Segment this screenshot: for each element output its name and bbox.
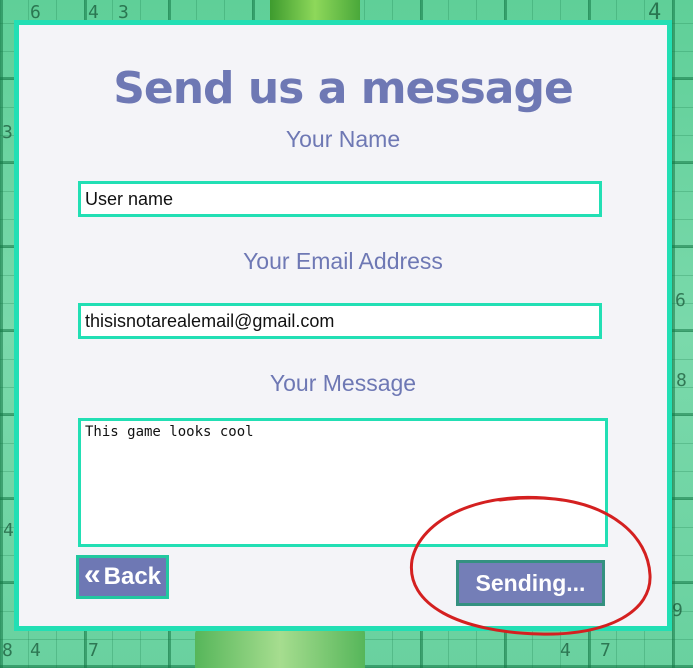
back-button-label: Back	[103, 563, 162, 590]
background-digit: 9	[672, 600, 683, 621]
background-digit: 4	[3, 520, 14, 541]
message-label: Your Message	[269, 370, 417, 396]
email-label: Your Email Address	[243, 248, 443, 274]
background-digit: 3	[2, 122, 13, 143]
sending-button[interactable]: Sending...	[456, 560, 605, 606]
form-title: Send us a message	[113, 63, 574, 114]
background-digit: 7	[600, 640, 611, 661]
background-digit: 7	[88, 640, 99, 661]
email-input[interactable]	[78, 303, 602, 339]
message-textarea[interactable]: This game looks cool	[78, 418, 608, 547]
background-digit: 8	[2, 640, 13, 661]
pencil-decoration-bottom	[195, 628, 365, 668]
double-chevron-left-icon: «	[83, 558, 101, 591]
background-digit: 8	[676, 370, 687, 391]
name-input[interactable]	[78, 181, 602, 217]
background-digit: 4	[560, 640, 571, 661]
back-button[interactable]: « Back	[76, 555, 169, 599]
contact-form-card: Send us a message Your Name Your Email A…	[14, 20, 672, 631]
background-digit: 4	[30, 640, 41, 661]
name-label: Your Name	[285, 126, 401, 152]
background-digit: 6	[675, 290, 686, 311]
